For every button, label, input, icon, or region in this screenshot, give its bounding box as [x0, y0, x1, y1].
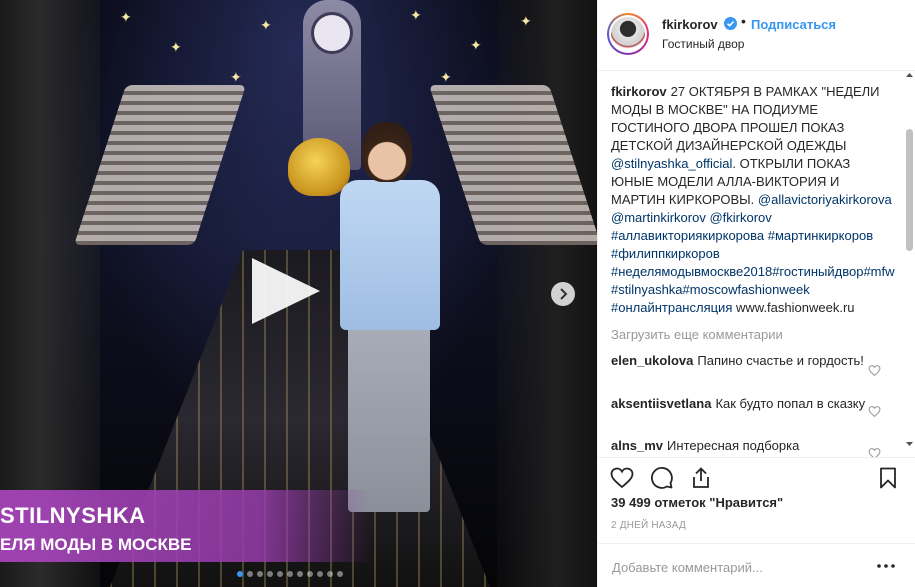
post-header: fkirkorov • Подписаться Гостиный двор [598, 0, 915, 71]
comment-item: elen_ukolova Папино счастье и гордость! [611, 352, 871, 370]
star-decoration: ✦ [120, 9, 132, 25]
hashtag-link[interactable]: #мартинкиркоров [768, 228, 873, 243]
play-button[interactable] [252, 258, 320, 324]
hashtag-link[interactable]: #гостиныйдвор [772, 264, 863, 279]
comment-text: Папино счастье и гордость! [697, 353, 864, 368]
chevron-right-icon [560, 288, 568, 300]
hashtag-link[interactable]: #stilnyashka [611, 282, 683, 297]
comment-input[interactable] [610, 555, 854, 579]
star-decoration: ✦ [410, 7, 422, 23]
carousel-dot [317, 571, 323, 577]
post-caption: fkirkorov 27 ОКТЯБРЯ В РАМКАХ "НЕДЕЛИ МОД… [611, 83, 896, 317]
hashtag-link[interactable]: #филиппкиркоров [611, 246, 720, 261]
caption-username[interactable]: fkirkorov [611, 84, 667, 99]
carousel-dot [267, 571, 273, 577]
comment-username[interactable]: aksentiisvetlana [611, 396, 711, 411]
like-heart-icon[interactable] [610, 466, 634, 490]
model-head [362, 122, 412, 182]
mention-link[interactable]: @martinkirkorov [611, 210, 706, 225]
avatar[interactable] [607, 13, 649, 55]
carousel-dot [307, 571, 313, 577]
comment-item: aksentiisvetlana Как будто попал в сказку [611, 395, 871, 413]
likes-count[interactable]: 39 499 отметок "Нравится" [611, 495, 783, 510]
location-link[interactable]: Гостиный двор [662, 37, 744, 51]
star-decoration: ✦ [170, 39, 182, 55]
hashtag-link[interactable]: #неделямодывмоскве2018 [611, 264, 772, 279]
model-pants [348, 322, 430, 512]
follow-button[interactable]: Подписаться [751, 17, 836, 32]
carousel-indicator [237, 571, 343, 579]
star-decoration: ✦ [260, 17, 272, 33]
caption-website: www.fashionweek.ru [736, 300, 855, 315]
like-comment-heart-icon[interactable] [868, 447, 881, 457]
comment-bubble-icon[interactable] [650, 466, 674, 490]
avatar-ring [609, 15, 647, 53]
hashtag-link[interactable]: #аллавикториякиркорова [611, 228, 764, 243]
star-decoration: ✦ [470, 37, 482, 53]
comments-section: fkirkorov 27 ОКТЯБРЯ В РАМКАХ "НЕДЕЛИ МОД… [598, 71, 915, 457]
load-more-comments[interactable]: Загрузить еще комментарии [611, 327, 783, 342]
carousel-dot [287, 571, 293, 577]
carousel-dot [247, 571, 253, 577]
mention-link[interactable]: @stilnyashka_official [611, 156, 732, 171]
golden-carriage [288, 138, 350, 196]
header-username[interactable]: fkirkorov [662, 17, 718, 32]
bookmark-icon[interactable] [876, 466, 900, 490]
more-options-icon[interactable] [875, 558, 897, 574]
carousel-dot [257, 571, 263, 577]
mention-link[interactable]: @allavictoriyakirkorova [758, 192, 892, 207]
share-icon[interactable] [689, 466, 713, 490]
carousel-dot [237, 571, 243, 577]
model-jacket [340, 180, 440, 330]
hashtag-link[interactable]: #moscowfashionweek [683, 282, 810, 297]
avatar-image [611, 17, 645, 51]
comment-text: Интересная подборка [667, 438, 800, 453]
comments-scrollbar[interactable] [905, 71, 914, 457]
comment-text: Как будто попал в сказку [715, 396, 866, 411]
header-separator: • [741, 13, 746, 29]
carousel-dot [297, 571, 303, 577]
scroll-up-icon[interactable] [905, 71, 914, 80]
carousel-dot [277, 571, 283, 577]
comment-username[interactable]: alns_mv [611, 438, 663, 453]
clock-face [311, 12, 353, 54]
add-comment-form [598, 543, 915, 587]
post-actions-bar [598, 457, 915, 497]
verified-badge-icon [724, 17, 737, 30]
tv-caption-subtitle: ЕЛЯ МОДЫ В МОСКВЕ [0, 535, 192, 554]
hashtag-link[interactable]: #онлайнтрансляция [611, 300, 732, 315]
comment-item: alns_mv Интересная подборка [611, 437, 871, 455]
scroll-down-icon[interactable] [905, 439, 914, 448]
mention-link[interactable]: @fkirkorov [709, 210, 771, 225]
carousel-dot [327, 571, 333, 577]
star-decoration: ✦ [230, 69, 242, 85]
carousel-next-button[interactable] [551, 282, 575, 306]
post-side-panel: fkirkorov • Подписаться Гостиный двор fk… [597, 0, 915, 587]
hashtag-link[interactable]: #mfw [863, 264, 894, 279]
tv-caption-title: STILNYSHKA [0, 503, 146, 528]
post-timestamp[interactable]: 2 ДНЕЙ НАЗАД [611, 520, 686, 531]
star-decoration: ✦ [520, 13, 532, 29]
like-comment-heart-icon[interactable] [868, 405, 881, 418]
comment-username[interactable]: elen_ukolova [611, 353, 693, 368]
star-decoration: ✦ [440, 69, 452, 85]
post-media[interactable]: ✦ ✦ ✦ ✦ ✦ ✦ ✦ ✦ STILNYSHKA ЕЛЯ МОДЫ В МО… [0, 0, 597, 587]
scrollbar-thumb[interactable] [906, 129, 913, 251]
like-comment-heart-icon[interactable] [868, 364, 881, 377]
carousel-dot [337, 571, 343, 577]
